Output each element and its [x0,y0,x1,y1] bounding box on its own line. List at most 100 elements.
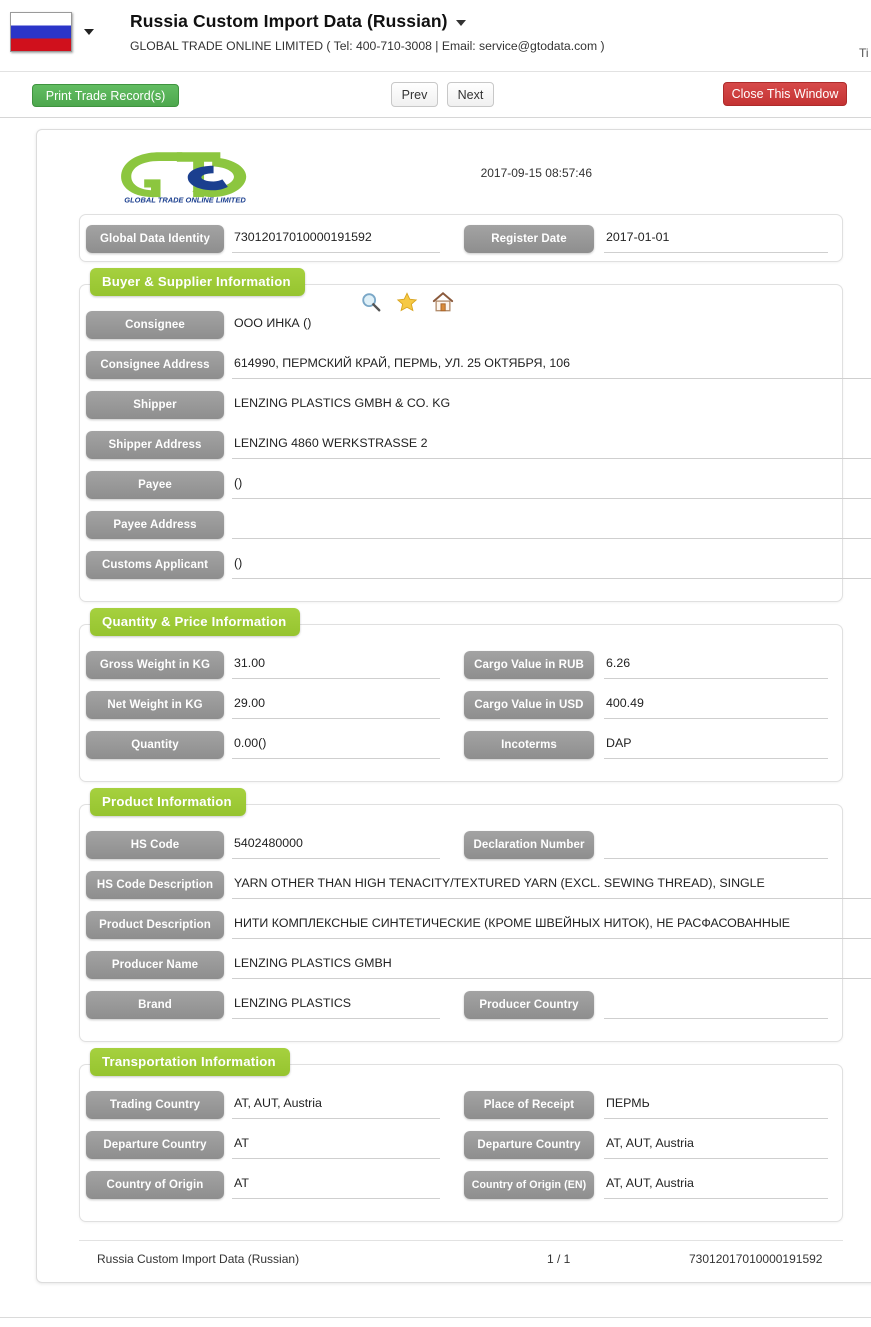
chevron-down-icon[interactable] [84,29,94,35]
product-information-section-title: Product Information [90,788,246,816]
footer-record-id: 73012017010000191592 [689,1252,823,1266]
cargo-value-usd-label: Cargo Value in USD [464,691,594,719]
quantity-price-card: Quantity & Price Information Gross Weigh… [79,608,843,782]
field-row-gross-weight: Gross Weight in KG 31.00 Cargo Value in … [80,647,842,687]
field-row-consignee-address: Consignee Address 614990, ПЕРМСКИЙ КРАЙ,… [80,347,871,387]
place-of-receipt-value: ПЕРМЬ [604,1093,828,1119]
russia-flag-icon[interactable] [10,12,72,52]
field-row-consignee: Consignee ООО ИНКА () [80,307,842,347]
producer-country-value [604,993,828,1019]
title-chevron-down-icon[interactable] [455,19,466,26]
global-data-identity-label: Global Data Identity [86,225,224,253]
buyer-supplier-section-title: Buyer & Supplier Information [90,268,305,296]
hs-code-value: 5402480000 [232,833,440,859]
producer-country-label: Producer Country [464,991,594,1019]
consignee-label: Consignee [86,311,224,339]
product-information-card: Product Information HS Code 5402480000 D… [79,788,871,1042]
cargo-value-rub-label: Cargo Value in RUB [464,651,594,679]
cargo-value-usd-value: 400.49 [604,693,828,719]
field-row-net-weight: Net Weight in KG 29.00 Cargo Value in US… [80,687,842,727]
declaration-number-value [604,833,828,859]
producer-name-value: LENZING PLASTICS GMBH [232,953,871,979]
declaration-number-label: Declaration Number [464,831,594,859]
customs-applicant-label: Customs Applicant [86,551,224,579]
document-timestamp: 2017-09-15 08:57:46 [480,166,592,180]
bottom-divider [0,1317,871,1318]
field-row-shipper: Shipper LENZING PLASTICS GMBH & CO. KG [80,387,842,427]
field-row-customs-applicant: Customs Applicant () [80,547,871,587]
transportation-information-card: Transportation Information Trading Count… [79,1048,843,1222]
next-button[interactable]: Next [447,82,494,107]
departure-country-label: Departure Country [86,1131,224,1159]
transportation-section-title: Transportation Information [90,1048,290,1076]
header-title-block: Russia Custom Import Data (Russian) GLOB… [130,9,871,53]
consignee-value: ООО ИНКА () [234,316,312,330]
field-row-quantity: Quantity 0.00() Incoterms DAP [80,727,842,767]
country-of-origin-value: AT [232,1173,440,1199]
trading-country-label: Trading Country [86,1091,224,1119]
field-row-brand: Brand LENZING PLASTICS Producer Country [80,987,842,1027]
register-date-label: Register Date [464,225,594,253]
gross-weight-label: Gross Weight in KG [86,651,224,679]
footer-page-number: 1 / 1 [547,1252,571,1266]
svg-text:GLOBAL TRADE ONLINE LIMITED: GLOBAL TRADE ONLINE LIMITED [124,196,246,204]
brand-label: Brand [86,991,224,1019]
app-header: Russia Custom Import Data (Russian) GLOB… [0,0,871,72]
shipper-value: LENZING PLASTICS GMBH & CO. KG [234,396,451,410]
field-row-hs-description: HS Code Description YARN OTHER THAN HIGH… [80,867,871,907]
field-row-product-description: Product Description НИТИ КОМПЛЕКСНЫЕ СИН… [80,907,871,947]
identity-card: Global Data Identity 7301201701000019159… [79,214,843,262]
brand-value: LENZING PLASTICS [232,993,440,1019]
shipper-address-value: LENZING 4860 WERKSTRASSE 2 [232,433,871,459]
payee-address-value [232,513,871,539]
net-weight-value: 29.00 [232,693,440,719]
country-of-origin-label: Country of Origin [86,1171,224,1199]
app-viewport: Russia Custom Import Data (Russian) GLOB… [0,0,871,1327]
consignee-address-label: Consignee Address [86,351,224,379]
product-description-value: НИТИ КОМПЛЕКСНЫЕ СИНТЕТИЧЕСКИЕ (КРОМЕ ШВ… [232,913,871,939]
gto-logo-icon: GLOBAL TRADE ONLINE LIMITED [121,152,246,204]
departure-country-en-label: Departure Country [464,1131,594,1159]
hs-code-description-label: HS Code Description [86,871,224,899]
document-logo-row: GLOBAL TRADE ONLINE LIMITED 2017-09-15 0… [55,144,871,210]
incoterms-value: DAP [604,733,828,759]
field-row-producer-name: Producer Name LENZING PLASTICS GMBH [80,947,871,987]
field-row-payee-address: Payee Address [80,507,871,547]
payee-label: Payee [86,471,224,499]
global-data-identity-value: 73012017010000191592 [232,227,440,253]
field-row-departure-country: Departure Country AT Departure Country A… [80,1127,842,1167]
field-row-trading-country: Trading Country AT, AUT, Austria Place o… [80,1087,842,1127]
footer-dataset-name: Russia Custom Import Data (Russian) [97,1252,300,1266]
product-description-label: Product Description [86,911,224,939]
company-contact-line: GLOBAL TRADE ONLINE LIMITED ( Tel: 400-7… [130,39,605,53]
country-selector[interactable] [10,12,94,52]
field-row-hs-code: HS Code 5402480000 Declaration Number [80,827,842,867]
document-footer: Russia Custom Import Data (Russian) 1 / … [79,1240,843,1270]
prev-button[interactable]: Prev [391,82,438,107]
consignee-address-value: 614990, ПЕРМСКИЙ КРАЙ, ПЕРМЬ, УЛ. 25 ОКТ… [232,353,871,379]
document-scroll-area: GLOBAL TRADE ONLINE LIMITED 2017-09-15 0… [0,118,871,1327]
field-row-payee: Payee () [80,467,871,507]
country-of-origin-en-value: AT, AUT, Austria [604,1173,828,1199]
cargo-value-rub-value: 6.26 [604,653,828,679]
hs-code-description-value: YARN OTHER THAN HIGH TENACITY/TEXTURED Y… [232,873,871,899]
quantity-price-section-title: Quantity & Price Information [90,608,301,636]
trading-country-value: AT, AUT, Austria [232,1093,440,1119]
payee-value: () [232,473,871,499]
field-row-country-of-origin: Country of Origin AT Country of Origin (… [80,1167,842,1207]
field-row-shipper-address: Shipper Address LENZING 4860 WERKSTRASSE… [80,427,871,467]
incoterms-label: Incoterms [464,731,594,759]
quantity-label: Quantity [86,731,224,759]
page-title: Russia Custom Import Data (Russian) [130,11,448,31]
print-trade-records-button[interactable]: Print Trade Record(s) [32,84,179,107]
shipper-address-label: Shipper Address [86,431,224,459]
clipped-corner-label: Ti [859,46,869,60]
close-window-button[interactable]: Close This Window [723,82,847,106]
action-toolbar: Print Trade Record(s) Prev Next Close Th… [0,72,871,118]
country-of-origin-en-label: Country of Origin (EN) [464,1171,594,1199]
register-date-value: 2017-01-01 [604,227,828,253]
gross-weight-value: 31.00 [232,653,440,679]
shipper-label: Shipper [86,391,224,419]
place-of-receipt-label: Place of Receipt [464,1091,594,1119]
net-weight-label: Net Weight in KG [86,691,224,719]
